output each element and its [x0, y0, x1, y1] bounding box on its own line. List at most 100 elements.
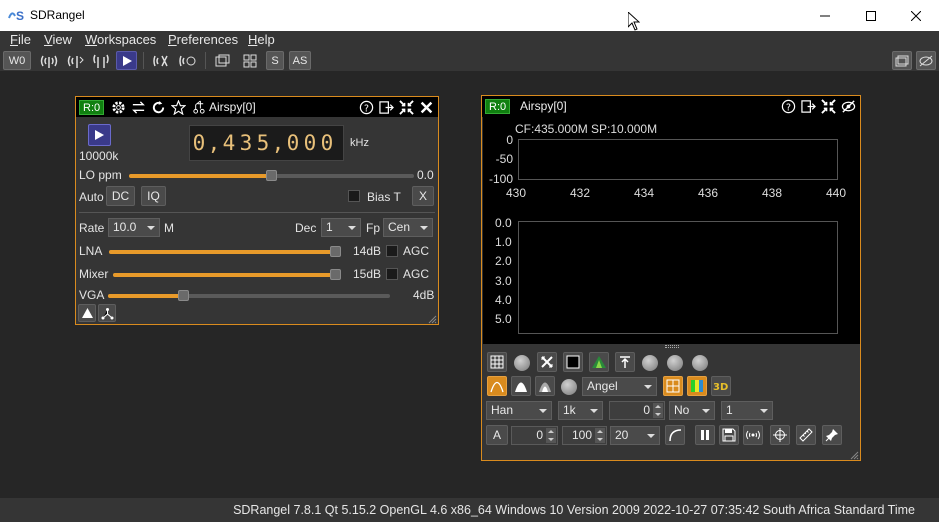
freq-digit[interactable]: 0	[303, 126, 317, 160]
lna-gain-slider[interactable]	[109, 246, 341, 257]
edit-configuration-icon[interactable]	[176, 51, 198, 70]
trace-intensity-dial[interactable]	[561, 379, 577, 395]
vga-gain-handle[interactable]	[178, 290, 190, 301]
freq-digit[interactable]: 4	[222, 126, 236, 160]
add-feature-icon[interactable]	[116, 51, 137, 70]
color-picker-icon[interactable]	[563, 352, 583, 372]
decay-dial[interactable]	[642, 355, 658, 371]
spectrum-display[interactable]: CF:435.000M SP:10.000M 0 -50 -100 430 43…	[483, 117, 860, 344]
resize-grip-icon[interactable]	[427, 314, 437, 324]
fps-select[interactable]: 20	[610, 426, 660, 445]
decay-divisor-dial[interactable]	[667, 355, 683, 371]
help-icon[interactable]: ?	[358, 99, 375, 116]
spectrum-trace-icon[interactable]	[487, 376, 507, 396]
waterfall-grid-icon[interactable]	[663, 376, 683, 396]
fft-window-select[interactable]: Han	[486, 401, 552, 420]
save-spectrum-icon[interactable]	[719, 425, 739, 445]
lna-agc-checkbox[interactable]	[386, 245, 398, 257]
mixer-agc-checkbox[interactable]	[386, 268, 398, 280]
measurement-ruler-icon[interactable]	[796, 425, 816, 445]
device-index-badge[interactable]: R:0	[79, 100, 105, 115]
reload-icon[interactable]	[150, 99, 167, 116]
change-device-icon[interactable]	[130, 99, 147, 116]
fp-position-select[interactable]: Cen	[383, 218, 433, 237]
close-panel-icon[interactable]	[418, 99, 435, 116]
freq-digit[interactable]: 0	[320, 126, 334, 160]
menu-file[interactable]: File	[10, 32, 31, 47]
freeze-icon[interactable]	[695, 425, 715, 445]
fill-trace-icon[interactable]	[511, 376, 531, 396]
freq-digit[interactable]: 3	[239, 126, 253, 160]
add-channel-icon[interactable]	[190, 99, 207, 116]
averaging-mode-select[interactable]: No	[669, 401, 715, 420]
spectrum-resize-grip-icon[interactable]	[849, 450, 859, 460]
start-acquisition-button[interactable]	[88, 124, 111, 146]
3d-spectrogram-icon[interactable]: 3D	[711, 376, 731, 396]
minimize-button[interactable]	[802, 0, 848, 31]
palette-select[interactable]: Angel	[582, 377, 657, 396]
splitter-handle[interactable]	[665, 345, 679, 348]
histogram-icon[interactable]	[589, 352, 609, 372]
close-button[interactable]	[893, 0, 939, 31]
clear-spectrum-icon[interactable]	[537, 352, 557, 372]
spectrum-move-icon[interactable]	[800, 98, 817, 115]
markers-pin-icon[interactable]	[822, 425, 842, 445]
decimation-select[interactable]: 1	[321, 218, 361, 237]
grid-intensity-dial[interactable]	[514, 355, 530, 371]
cascade-windows-icon[interactable]	[212, 51, 234, 70]
undock-icon[interactable]	[892, 51, 912, 70]
menu-preferences[interactable]: Preferences	[168, 32, 238, 47]
grid-toggle-icon[interactable]	[487, 352, 507, 372]
tile-windows-icon[interactable]	[239, 51, 261, 70]
add-mimo-device-icon[interactable]	[90, 51, 112, 70]
mixer-gain-slider[interactable]	[113, 269, 341, 280]
freq-digit[interactable]: 5	[256, 126, 270, 160]
preset-star-icon[interactable]	[170, 99, 187, 116]
reference-level-spinbox[interactable]: 0	[511, 426, 558, 445]
max-hold-icon[interactable]	[615, 352, 635, 372]
range-spinbox[interactable]: 100	[562, 426, 607, 445]
spectrum-toggle-icon[interactable]	[78, 304, 96, 322]
spectrum-help-icon[interactable]: ?	[780, 98, 797, 115]
lna-gain-handle[interactable]	[330, 246, 341, 257]
hide-icon[interactable]	[916, 51, 936, 70]
averaging-count-select[interactable]: 1	[721, 401, 773, 420]
center-frequency-dial[interactable]: 0 , 4 3 5 , 0 0 0	[189, 125, 344, 161]
auto-stack-button[interactable]: AS	[289, 51, 311, 70]
add-tx-device-icon[interactable]	[64, 51, 86, 70]
rate-select[interactable]: 10.0	[108, 218, 160, 237]
move-to-workspace-icon[interactable]	[378, 99, 395, 116]
add-rx-device-icon[interactable]	[38, 51, 60, 70]
fft-size-select[interactable]: 1k	[558, 401, 603, 420]
spectrum-shrink-icon[interactable]	[820, 98, 837, 115]
freq-digit[interactable]: 0	[286, 126, 300, 160]
menu-workspaces[interactable]: Workspaces	[85, 32, 156, 47]
menu-view[interactable]: View	[44, 32, 72, 47]
waterfall-toggle-icon[interactable]	[687, 376, 707, 396]
linear-scale-icon[interactable]	[665, 425, 685, 445]
workspace-button[interactable]: W0	[3, 51, 31, 70]
channels-toggle-icon[interactable]	[98, 304, 116, 322]
calibration-crosshair-icon[interactable]	[770, 425, 790, 445]
mixer-gain-handle[interactable]	[330, 269, 341, 280]
load-configuration-icon[interactable]	[150, 51, 172, 70]
transverter-button[interactable]: X	[412, 186, 434, 206]
auto-scale-button[interactable]: A	[486, 425, 508, 445]
spectrum-hide-icon[interactable]	[840, 98, 857, 115]
vga-gain-slider[interactable]	[108, 290, 390, 301]
lo-ppm-slider[interactable]	[129, 170, 414, 181]
maximize-button[interactable]	[848, 0, 894, 31]
dc-correction-button[interactable]: DC	[106, 186, 135, 206]
freq-digit[interactable]: 0	[192, 126, 206, 160]
spectrum-index-badge[interactable]: R:0	[485, 99, 511, 114]
fft-overlap-spinbox[interactable]: 0	[609, 401, 665, 420]
menu-help[interactable]: Help	[248, 32, 275, 47]
settings-icon[interactable]	[110, 99, 127, 116]
gradient-trace-icon[interactable]	[535, 376, 555, 396]
stroke-dial[interactable]	[692, 355, 708, 371]
shrink-window-icon[interactable]	[398, 99, 415, 116]
lo-ppm-handle[interactable]	[265, 170, 277, 181]
spectrum-server-icon[interactable]	[743, 425, 763, 445]
bias-tee-checkbox[interactable]	[348, 190, 360, 202]
iq-correction-button[interactable]: IQ	[141, 186, 166, 206]
